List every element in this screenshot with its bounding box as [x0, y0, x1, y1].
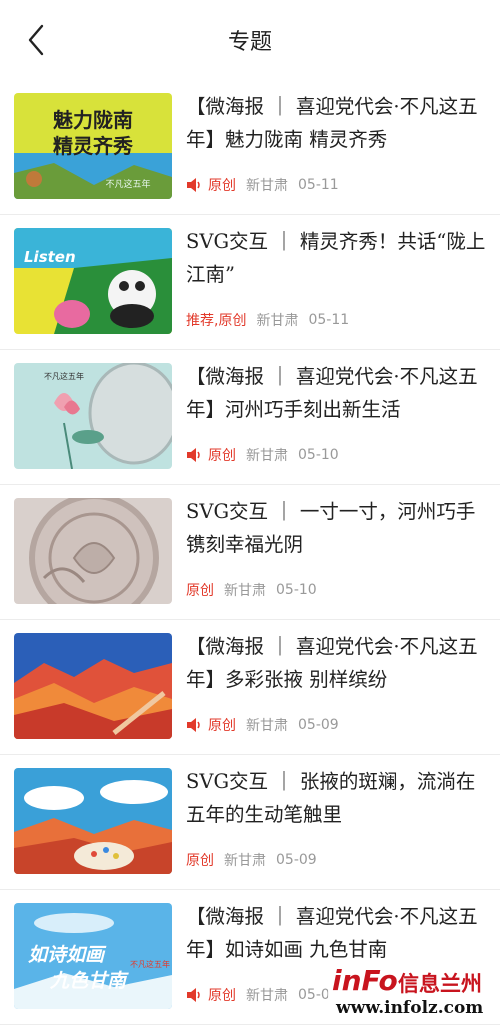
source-label: 新甘肃 [256, 313, 299, 329]
watermark-brand: inFo [332, 964, 398, 997]
article-meta: 原创 新甘肃 05-09 [186, 850, 317, 870]
date-label: 05-10 [298, 447, 339, 463]
article-title: 【微海报 ｜ 喜迎党代会·不凡这五年】魅力陇南 精灵齐秀 [186, 95, 478, 151]
article-meta: 原创 新甘肃 05-11 [186, 175, 339, 195]
thumb-text: 如诗如画 [28, 944, 107, 966]
speaker-icon [187, 178, 200, 192]
date-label: 05-09 [276, 852, 317, 868]
article-thumbnail [14, 768, 172, 874]
article-meta: 原创 新甘肃 05-09 [186, 715, 339, 735]
thumb-text: 魅力陇南 [53, 108, 133, 132]
source-label: 新甘肃 [246, 988, 288, 1004]
article-item[interactable]: 魅力陇南 精灵齐秀 不凡这五年 【微海报 ｜ 喜迎党代会·不凡这五年】魅力陇南 … [0, 80, 500, 215]
source-label: 新甘肃 [224, 583, 266, 599]
tag-label: 原创 [208, 988, 236, 1004]
article-title: 【微海报 ｜ 喜迎党代会·不凡这五年】如诗如画 九色甘南 [186, 905, 478, 961]
source-label: 新甘肃 [224, 853, 266, 869]
date-label: 05-09 [298, 717, 339, 733]
article-thumbnail [14, 498, 172, 604]
thumb-text: 九色甘南 [49, 970, 129, 992]
article-item[interactable]: SVG交互 ｜ 张掖的斑斓，流淌在五年的生动笔触里 原创 新甘肃 05-09 [0, 755, 500, 890]
thumb-text: 不凡这五年 [130, 959, 170, 969]
article-list: 魅力陇南 精灵齐秀 不凡这五年 【微海报 ｜ 喜迎党代会·不凡这五年】魅力陇南 … [0, 80, 500, 1025]
thumb-text: 不凡这五年 [105, 178, 150, 190]
article-item[interactable]: Listen SVG交互 ｜ 精灵齐秀！共话“陇上江南” 推荐,原创 新甘肃 0… [0, 215, 500, 350]
tag-label: 原创 [208, 718, 236, 734]
article-title: SVG交互 ｜ 一寸一寸，河州巧手镌刻幸福光阴 [186, 500, 476, 556]
source-label: 新甘肃 [246, 448, 288, 464]
tag-label: 原创 [208, 178, 236, 194]
watermark-logo: inFo 信息兰州 www.infolz.com [328, 962, 494, 1020]
article-thumbnail: Listen [14, 228, 172, 334]
article-title: SVG交互 ｜ 张掖的斑斓，流淌在五年的生动笔触里 [186, 770, 476, 826]
source-label: 新甘肃 [246, 178, 288, 194]
watermark-name: 信息兰州 [398, 972, 482, 996]
watermark-url: www.infolz.com [336, 998, 484, 1018]
article-thumbnail: 不凡这五年 [14, 363, 172, 469]
article-title: 【微海报 ｜ 喜迎党代会·不凡这五年】河州巧手刻出新生活 [186, 365, 478, 421]
thumb-text: 精灵齐秀 [53, 134, 133, 158]
article-item[interactable]: 【微海报 ｜ 喜迎党代会·不凡这五年】多彩张掖 别样缤纷 原创 新甘肃 05-0… [0, 620, 500, 755]
article-title: SVG交互 ｜ 精灵齐秀！共话“陇上江南” [186, 230, 486, 286]
article-meta: 原创 新甘肃 05-0 [186, 985, 330, 1005]
date-label: 05-11 [308, 312, 350, 328]
source-label: 新甘肃 [246, 718, 288, 734]
tag-label: 原创 [208, 448, 236, 464]
article-meta: 原创 新甘肃 05-10 [186, 445, 339, 465]
article-item[interactable]: SVG交互 ｜ 一寸一寸，河州巧手镌刻幸福光阴 原创 新甘肃 05-10 [0, 485, 500, 620]
tag-label: 推荐,原创 [186, 313, 247, 329]
tag-label: 原创 [186, 583, 214, 599]
page-title: 专题 [227, 30, 272, 55]
article-thumbnail: 如诗如画 九色甘南 不凡这五年 [14, 903, 172, 1009]
thumb-text: 不凡这五年 [44, 371, 84, 381]
article-thumbnail [14, 633, 172, 739]
article-item[interactable]: 不凡这五年 【微海报 ｜ 喜迎党代会·不凡这五年】河州巧手刻出新生活 原创 新甘… [0, 350, 500, 485]
date-label: 05-0 [298, 987, 330, 1003]
speaker-icon [187, 718, 200, 732]
thumb-text: Listen [24, 248, 76, 266]
article-meta: 原创 新甘肃 05-10 [186, 580, 317, 600]
article-title: 【微海报 ｜ 喜迎党代会·不凡这五年】多彩张掖 别样缤纷 [186, 635, 478, 691]
date-label: 05-11 [298, 177, 339, 193]
top-bar: 专题 [0, 0, 500, 80]
article-meta: 推荐,原创 新甘肃 05-11 [186, 310, 349, 330]
article-thumbnail: 魅力陇南 精灵齐秀 不凡这五年 [14, 93, 172, 199]
date-label: 05-10 [276, 582, 317, 598]
speaker-icon [187, 448, 200, 462]
speaker-icon [187, 988, 200, 1002]
tag-label: 原创 [186, 853, 214, 869]
